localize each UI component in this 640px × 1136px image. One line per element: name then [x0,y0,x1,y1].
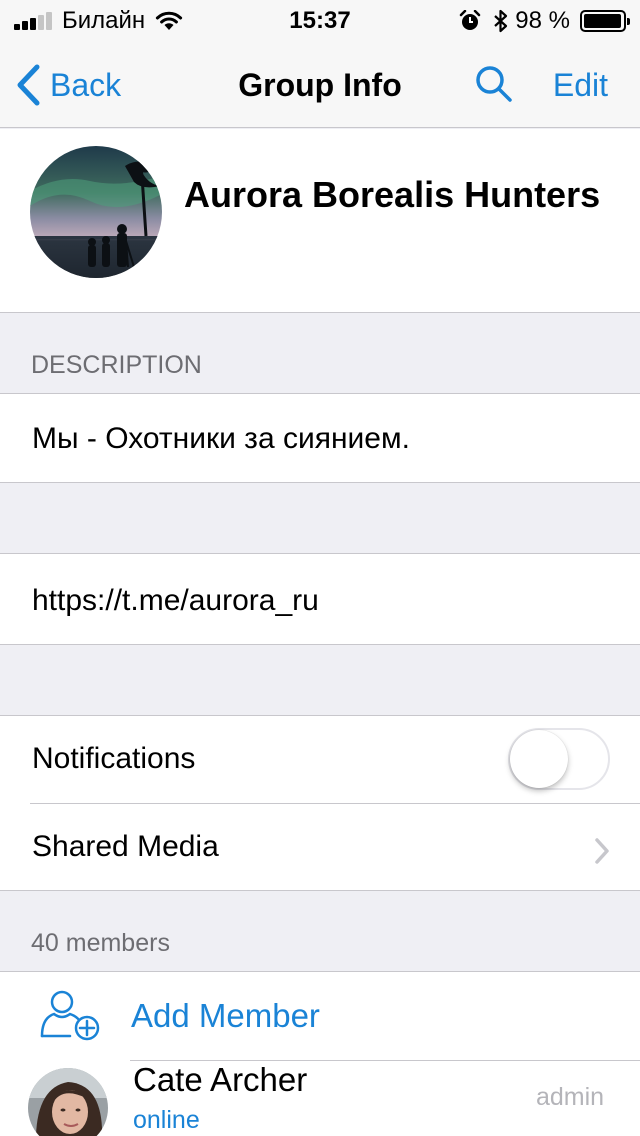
battery-percent: 98 % [515,7,570,34]
invite-link-text: https://t.me/aurora_ru [32,584,319,617]
group-avatar[interactable] [30,146,162,278]
battery-level [584,14,622,28]
description-row[interactable]: Мы - Охотники за сиянием. [0,393,640,483]
page-title: Group Info [238,67,402,103]
status-right: 98 % [459,7,630,35]
shared-media-label: Shared Media [32,830,219,863]
add-member-row[interactable]: Add Member [0,972,640,1060]
chevron-right-icon [595,838,609,864]
description-text: Мы - Охотники за сиянием. [32,422,410,455]
member-status: online [133,1106,200,1134]
member-row[interactable]: Cate Archer online admin [0,1061,640,1136]
members-count: 40 members [31,929,170,957]
notifications-label: Notifications [32,742,196,775]
members-list: Add Member Cate Archer online admin [0,971,640,1136]
member-role-badge: admin [536,1083,605,1111]
add-member-label: Add Member [131,997,320,1034]
status-bar: Билайн 15:37 98 % [0,0,640,40]
group-header: Aurora Borealis Hunters [0,129,640,313]
description-header: DESCRIPTION [31,351,202,379]
screen: Билайн 15:37 98 % Back Group Info Edit A… [0,0,640,1136]
toggle-knob [510,730,568,788]
shared-media-row[interactable]: Shared Media [0,804,640,891]
invite-link-row[interactable]: https://t.me/aurora_ru [0,553,640,645]
group-name: Aurora Borealis Hunters [184,174,601,215]
navigation-bar: Back Group Info Edit [0,40,640,128]
notifications-row: Notifications [0,716,640,803]
edit-button[interactable]: Edit [553,67,608,104]
avatar [28,1068,108,1136]
bluetooth-icon [494,9,508,33]
member-name: Cate Archer [133,1061,308,1098]
notifications-toggle[interactable] [508,728,610,790]
battery-icon [580,10,630,32]
search-button[interactable] [474,64,514,109]
search-icon [476,66,512,102]
add-member-icon [40,990,100,1041]
settings-group: Notifications Shared Media [0,715,640,891]
alarm-icon [460,10,481,30]
